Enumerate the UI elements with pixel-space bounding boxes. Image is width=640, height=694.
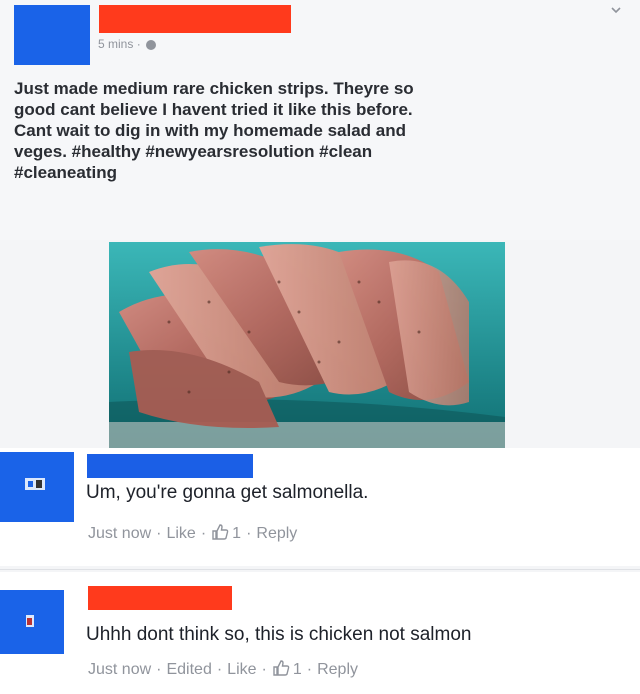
- comment-time[interactable]: Just now: [88, 661, 151, 678]
- reply-link[interactable]: Reply: [256, 525, 297, 542]
- poster-avatar-redacted[interactable]: [14, 5, 90, 65]
- edited-label[interactable]: Edited: [166, 661, 211, 678]
- comment-actions: Just now · Like · 1 · Reply: [88, 524, 298, 542]
- commenter-name-redacted[interactable]: [87, 454, 253, 478]
- like-count: 1: [292, 661, 302, 678]
- comment-text: Uhhh dont think so, this is chicken not …: [86, 624, 472, 645]
- commenter-name-redacted[interactable]: [88, 586, 232, 610]
- like-link[interactable]: Like: [227, 661, 256, 678]
- comment-divider: [0, 569, 640, 570]
- avatar-glyph-icon: [26, 615, 34, 627]
- poster-name-redacted[interactable]: [99, 5, 291, 33]
- post-timestamp[interactable]: 5 mins: [98, 37, 133, 51]
- comment: Uhhh dont think so, this is chicken not …: [0, 572, 640, 694]
- like-count: 1: [232, 525, 242, 542]
- like-link[interactable]: Like: [166, 525, 195, 542]
- comment-text: Um, you're gonna get salmonella.: [86, 482, 369, 503]
- comment-time[interactable]: Just now: [88, 525, 151, 542]
- chicken-strips-image: [109, 242, 505, 448]
- comment-actions: Just now · Edited · Like · 1 · Reply: [88, 660, 358, 678]
- avatar-glyph-icon: [25, 478, 45, 490]
- thumbs-up-icon: [212, 524, 229, 540]
- post: 5 mins · Just made medium rare chicken s…: [0, 0, 640, 240]
- post-meta: 5 mins ·: [98, 37, 157, 51]
- reply-link[interactable]: Reply: [317, 661, 358, 678]
- meta-separator: ·: [136, 37, 141, 51]
- globe-icon: [146, 39, 157, 50]
- comment: Um, you're gonna get salmonella. Just no…: [0, 448, 640, 566]
- post-photo-chicken-strips[interactable]: [109, 242, 505, 448]
- chevron-down-icon[interactable]: [610, 4, 622, 16]
- thumbs-up-icon: [273, 660, 290, 676]
- post-text: Just made medium rare chicken strips. Th…: [14, 79, 414, 182]
